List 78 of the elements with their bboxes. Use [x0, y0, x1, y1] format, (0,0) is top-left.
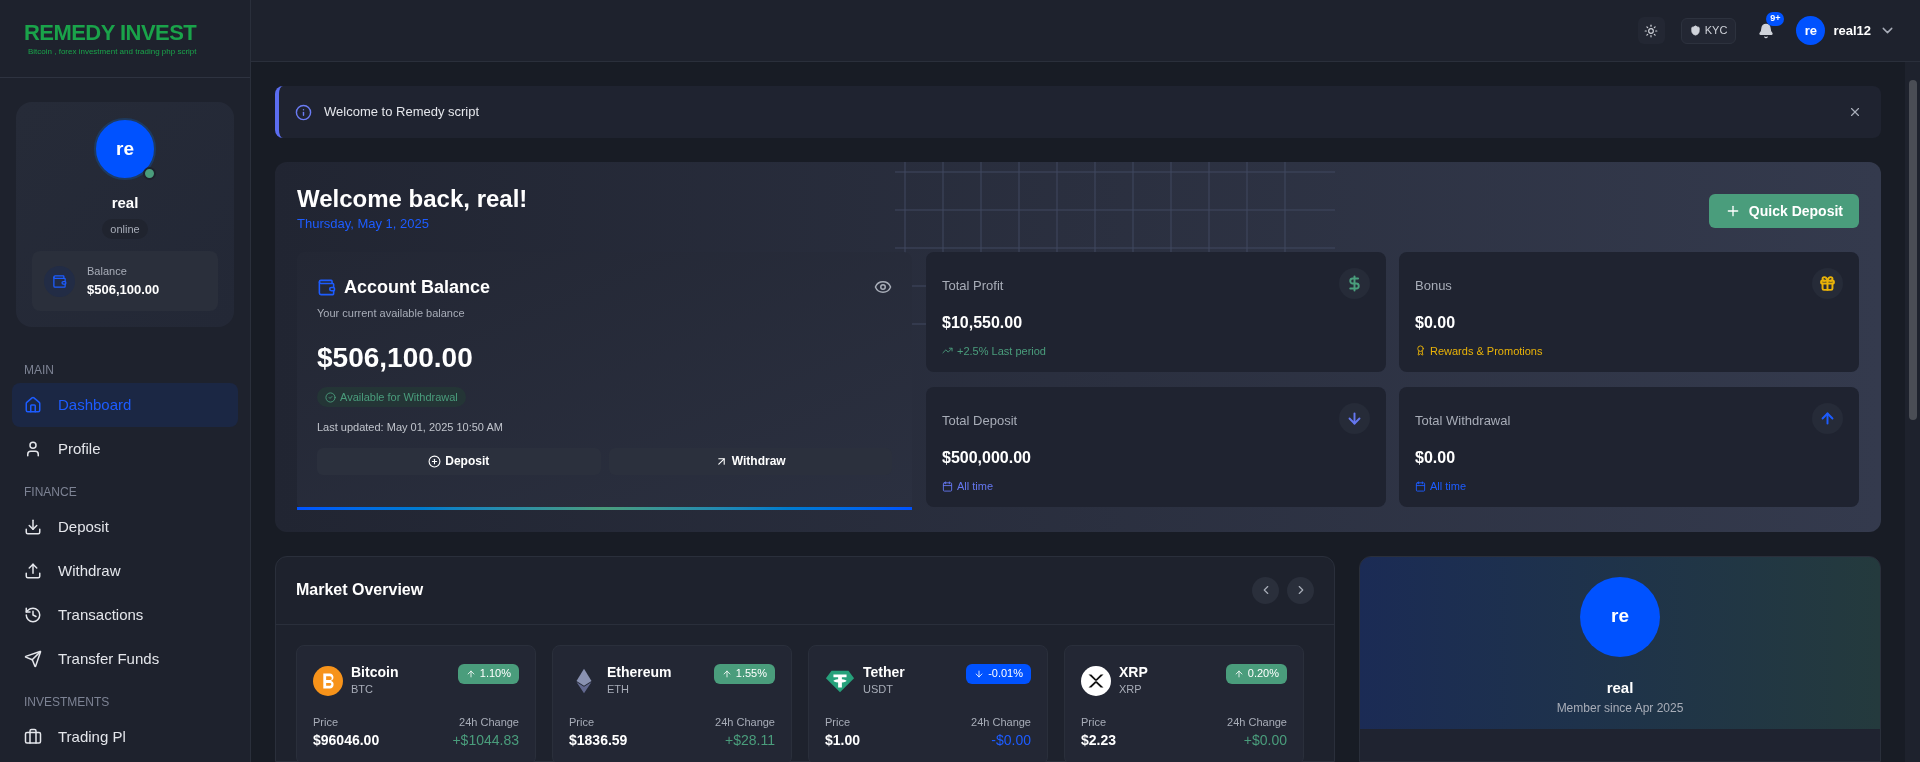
nav-item[interactable]: Transactions [12, 593, 238, 637]
change-label: 24h Change [459, 714, 519, 730]
coin-name: XRP [1119, 663, 1148, 681]
change-amount: +$0.00 [1243, 731, 1287, 750]
stat-title: Total Profit [942, 276, 1004, 295]
change-label: 24h Change [1227, 714, 1287, 730]
coin-symbol: XRP [1119, 682, 1143, 697]
change-badge: 1.55% [713, 663, 775, 684]
kyc-button[interactable]: KYC [1680, 17, 1737, 44]
coin-name: Bitcoin [351, 663, 399, 681]
coin-price: $1.00 [825, 731, 861, 750]
change-amount: +$1044.83 [452, 731, 519, 750]
coin-symbol: BTC [351, 682, 374, 697]
stat-note: All time [1430, 479, 1467, 494]
coin-name: Tether [863, 663, 905, 681]
nav-item[interactable]: Profile [12, 427, 238, 471]
user-menu-button[interactable]: re real12 [1796, 16, 1896, 45]
logo-tagline: Bitcoin , forex investment and trading php script [28, 47, 198, 56]
logo-title: REMEDY INVEST [24, 21, 198, 44]
section-heading: FINANCE [23, 484, 78, 501]
avatar: re [1796, 16, 1826, 45]
panel-title: Market Overview [296, 580, 424, 600]
member-since: Member since Apr 2025 [1556, 700, 1684, 717]
date-label: Thursday, May 1, 2025 [297, 215, 430, 233]
coin-price: $96046.00 [313, 731, 380, 750]
change-label: 24h Change [971, 714, 1031, 730]
card-subtitle: Your current available balance [317, 305, 466, 321]
coin-symbol: USDT [863, 682, 894, 697]
stat-title: Total Withdrawal [1415, 412, 1511, 430]
balance-amount: $506,100.00 [316, 341, 474, 375]
notification-badge: 9+ [1766, 11, 1785, 26]
change-amount: +$28.11 [725, 731, 775, 750]
price-label: Price [313, 714, 339, 730]
status-label: online [102, 218, 148, 239]
stat-value: $0.00 [1415, 312, 1457, 333]
stat-note: Rewards & Promotions [1430, 343, 1543, 359]
coin-price: $2.23 [1081, 731, 1117, 750]
alert-text: Welcome to Remedy script [324, 103, 481, 122]
change-badge: 0.20% [1225, 663, 1287, 684]
avatar: re [94, 118, 156, 180]
stat-note: All time [957, 479, 994, 494]
nav-item[interactable]: Deposit [12, 505, 238, 549]
coin-name: Ethereum [607, 663, 672, 681]
profile-name: real [1606, 677, 1634, 698]
change-label: 24h Change [715, 714, 775, 730]
price-label: Price [569, 714, 595, 730]
coin-symbol: ETH [607, 682, 630, 697]
nav-item[interactable]: Transfer Funds [12, 637, 238, 681]
avatar: re [1580, 576, 1660, 657]
stat-note: +2.5% Last period [957, 343, 1046, 359]
section-heading: INVESTMENTS [23, 694, 111, 711]
section-heading: MAIN [23, 362, 55, 379]
user-name: real [111, 193, 139, 213]
stat-value: $0.00 [1415, 448, 1457, 468]
nav-item[interactable]: Trading Pl [12, 715, 238, 759]
change-badge: 1.10% [457, 663, 519, 684]
coin-card[interactable]: Tether USDT -0.01% Price 24h Change $1.00 -$0.00 [808, 644, 1048, 762]
balance-label: Balance [87, 264, 128, 279]
deposit-button[interactable]: Deposit [317, 447, 601, 475]
balance-value: $506,100.00 [87, 280, 160, 299]
coin-price: $1836.59 [569, 731, 628, 750]
stat-value: $500,000.00 [942, 448, 1032, 468]
nav-item[interactable]: Withdraw [12, 549, 238, 593]
stat-title: Total Deposit [942, 412, 1018, 430]
card-title: Account Balance [344, 275, 491, 299]
stat-title: Bonus [1415, 276, 1452, 295]
last-updated: Last updated: May 01, 2025 10:50 AM [316, 420, 504, 435]
welcome-title: Welcome back, real! [297, 184, 528, 214]
username: real12 [1833, 21, 1871, 40]
availability-badge: Available for Withdrawal [317, 387, 466, 407]
price-label: Price [825, 714, 851, 730]
change-amount: -$0.00 [991, 731, 1031, 750]
stat-value: $10,550.00 [942, 312, 1024, 333]
price-label: Price [1081, 714, 1107, 730]
coin-card[interactable]: XRP XRP 0.20% Price 24h Change $2.23 +$0.00 [1064, 644, 1304, 762]
coin-card[interactable]: Bitcoin BTC 1.10% Price 24h Change $96046.00 +$1044.83 [296, 644, 536, 762]
change-badge: -0.01% [966, 663, 1031, 684]
coin-card[interactable]: Ethereum ETH 1.55% Price 24h Change $1836.59 +$28.11 [552, 644, 792, 762]
